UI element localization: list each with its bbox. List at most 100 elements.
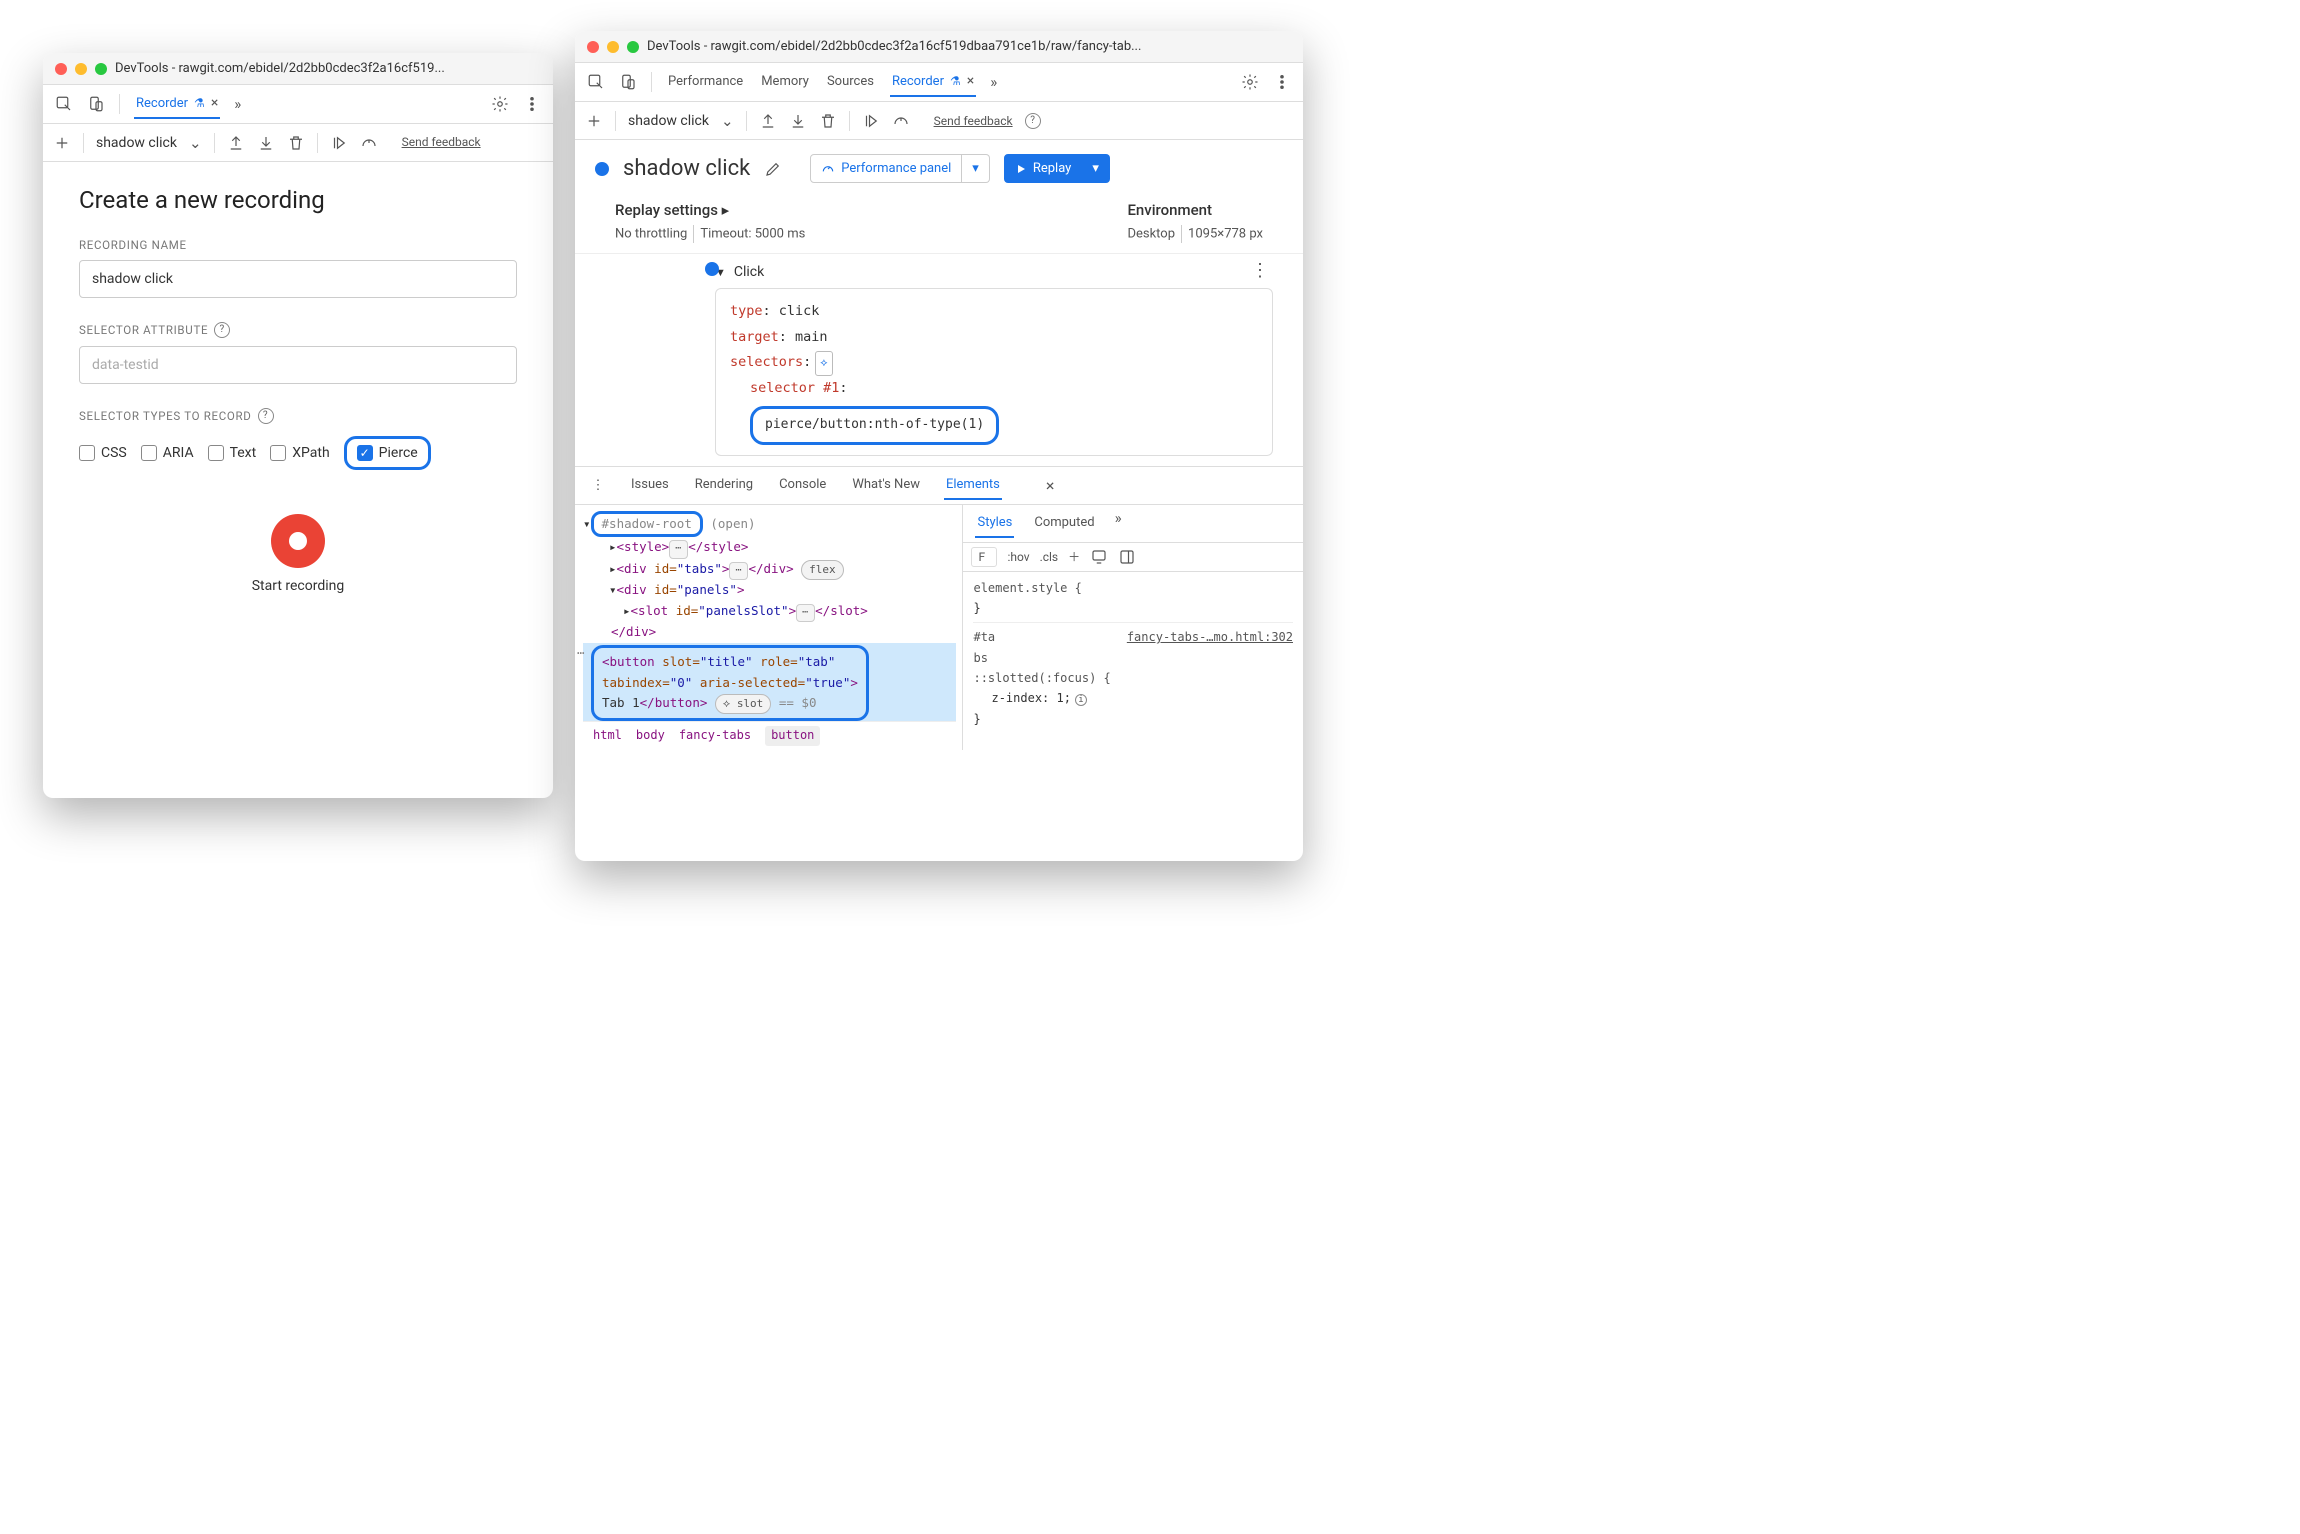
- step-play-icon[interactable]: [862, 112, 880, 130]
- performance-panel-dropdown[interactable]: ▾: [962, 154, 990, 183]
- environment-summary: Desktop1095×778 px: [1127, 225, 1263, 243]
- gear-icon[interactable]: [491, 95, 509, 113]
- close-tab-icon[interactable]: ×: [211, 95, 218, 111]
- kebab-menu-icon[interactable]: [523, 95, 541, 113]
- export-icon[interactable]: [227, 134, 245, 152]
- drawer-tab-console[interactable]: Console: [777, 471, 828, 500]
- more-tabs-icon[interactable]: »: [234, 95, 241, 113]
- slow-replay-icon[interactable]: [360, 134, 378, 152]
- source-link[interactable]: fancy-tabs-…mo.html:302: [1127, 627, 1293, 647]
- export-icon[interactable]: [759, 112, 777, 130]
- tab-sources[interactable]: Sources: [825, 68, 876, 97]
- drawer-tab-rendering[interactable]: Rendering: [693, 471, 755, 500]
- dom-breadcrumb[interactable]: html body fancy-tabs button: [583, 721, 956, 750]
- selected-element-highlight: <button slot="title" role="tab" tabindex…: [591, 645, 869, 721]
- add-recording-icon[interactable]: [53, 134, 71, 152]
- edit-title-icon[interactable]: [764, 160, 782, 178]
- performance-panel-button[interactable]: Performance panel: [810, 154, 962, 183]
- hov-toggle[interactable]: :hov: [1007, 550, 1029, 564]
- slow-replay-icon[interactable]: [892, 112, 910, 130]
- close-drawer-icon[interactable]: ×: [1046, 476, 1055, 495]
- help-icon[interactable]: ?: [214, 322, 230, 338]
- checkbox-css[interactable]: CSS: [79, 445, 127, 461]
- tab-memory[interactable]: Memory: [759, 68, 811, 97]
- recorder-toolbar: shadow click ⌄ Send feedback ?: [575, 102, 1303, 140]
- drawer-panel: ⋮ Issues Rendering Console What's New El…: [575, 466, 1303, 751]
- pick-selector-icon[interactable]: ⟡: [815, 351, 832, 376]
- device-toggle-icon[interactable]: [87, 95, 105, 113]
- main-tabbar: Recorder ⚗ × »: [43, 85, 553, 124]
- inspect-icon[interactable]: [587, 73, 605, 91]
- recorder-toolbar: shadow click ⌄ Send feedback: [43, 124, 553, 162]
- chevron-down-icon[interactable]: ⌄: [189, 134, 202, 152]
- styles-pane: Styles Computed » F :hov .cls ＋: [963, 505, 1303, 751]
- add-recording-icon[interactable]: [585, 112, 603, 130]
- checkbox-xpath[interactable]: XPath: [270, 445, 329, 461]
- minimize-window-icon[interactable]: [75, 63, 87, 75]
- gear-icon[interactable]: [1241, 73, 1259, 91]
- close-tab-icon[interactable]: ×: [967, 73, 974, 89]
- recording-name-input[interactable]: shadow click: [79, 260, 517, 298]
- delete-icon[interactable]: [287, 134, 305, 152]
- traffic-lights: [55, 63, 107, 75]
- close-window-icon[interactable]: [587, 41, 599, 53]
- maximize-window-icon[interactable]: [627, 41, 639, 53]
- selector-attribute-input[interactable]: data-testid: [79, 346, 517, 384]
- label-selector-types: SELECTOR TYPES TO RECORD ?: [79, 408, 517, 424]
- pierce-highlight: ✓Pierce: [344, 436, 431, 470]
- styles-filter-input[interactable]: F: [971, 547, 997, 567]
- drawer-tab-whatsnew[interactable]: What's New: [850, 471, 922, 500]
- checkbox-aria[interactable]: ARIA: [141, 445, 194, 461]
- flex-badge[interactable]: flex: [801, 560, 844, 580]
- main-tabbar: Performance Memory Sources Recorder ⚗ × …: [575, 63, 1303, 102]
- help-icon[interactable]: ?: [1025, 113, 1041, 129]
- delete-icon[interactable]: [819, 112, 837, 130]
- start-recording-button[interactable]: [271, 514, 325, 568]
- create-recording-panel: Create a new recording RECORDING NAME sh…: [43, 162, 553, 618]
- chevron-down-icon[interactable]: ⌄: [721, 112, 734, 130]
- help-icon[interactable]: ?: [258, 408, 274, 424]
- replay-button[interactable]: Replay: [1004, 154, 1083, 183]
- replay-settings-toggle[interactable]: Replay settings ▸: [615, 201, 805, 219]
- drawer-tab-issues[interactable]: Issues: [629, 471, 671, 500]
- maximize-window-icon[interactable]: [95, 63, 107, 75]
- replay-dropdown[interactable]: ▾: [1082, 154, 1110, 183]
- window-titlebar: DevTools - rawgit.com/ebidel/2d2bb0cdec3…: [575, 31, 1303, 63]
- computed-toggle-icon[interactable]: [1090, 548, 1108, 566]
- import-icon[interactable]: [257, 134, 275, 152]
- step-menu-icon[interactable]: ⋮: [1251, 260, 1269, 281]
- close-window-icon[interactable]: [55, 63, 67, 75]
- step-header[interactable]: ▼ Click: [715, 264, 1273, 280]
- send-feedback-link[interactable]: Send feedback: [934, 114, 1013, 128]
- import-icon[interactable]: [789, 112, 807, 130]
- inspect-icon[interactable]: [55, 95, 73, 113]
- checkbox-pierce[interactable]: ✓Pierce: [357, 445, 418, 461]
- dom-tree[interactable]: ▾#shadow-root (open) ▸<style>⋯</style> ▸…: [575, 505, 963, 751]
- flask-icon: ⚗: [950, 74, 961, 88]
- info-icon[interactable]: i: [1075, 694, 1087, 706]
- kebab-menu-icon[interactable]: [1273, 73, 1291, 91]
- send-feedback-link[interactable]: Send feedback: [402, 136, 481, 149]
- cls-toggle[interactable]: .cls: [1040, 550, 1059, 564]
- styles-tab-styles[interactable]: Styles: [975, 509, 1014, 538]
- drawer-tab-elements[interactable]: Elements: [944, 471, 1002, 500]
- window-title: DevTools - rawgit.com/ebidel/2d2bb0cdec3…: [647, 39, 1291, 54]
- tab-recorder[interactable]: Recorder ⚗ ×: [134, 89, 220, 119]
- sidebar-toggle-icon[interactable]: [1118, 548, 1136, 566]
- recording-dropdown[interactable]: shadow click: [628, 113, 709, 129]
- step-play-icon[interactable]: [330, 134, 348, 152]
- device-toggle-icon[interactable]: [619, 73, 637, 91]
- tab-performance[interactable]: Performance: [666, 68, 745, 97]
- checkbox-text[interactable]: Text: [208, 445, 257, 461]
- new-rule-icon[interactable]: ＋: [1068, 548, 1080, 565]
- slot-badge[interactable]: ⟡ slot: [715, 694, 771, 714]
- styles-tab-computed[interactable]: Computed: [1032, 509, 1096, 538]
- recording-dropdown[interactable]: shadow click: [96, 135, 177, 151]
- devtools-window-left: DevTools - rawgit.com/ebidel/2d2bb0cdec3…: [43, 53, 553, 798]
- more-tabs-icon[interactable]: »: [990, 73, 997, 91]
- drawer-menu-icon[interactable]: ⋮: [589, 476, 607, 494]
- window-title: DevTools - rawgit.com/ebidel/2d2bb0cdec3…: [115, 61, 541, 76]
- more-tabs-icon[interactable]: »: [1115, 509, 1122, 538]
- tab-recorder[interactable]: Recorder ⚗ ×: [890, 67, 976, 97]
- minimize-window-icon[interactable]: [607, 41, 619, 53]
